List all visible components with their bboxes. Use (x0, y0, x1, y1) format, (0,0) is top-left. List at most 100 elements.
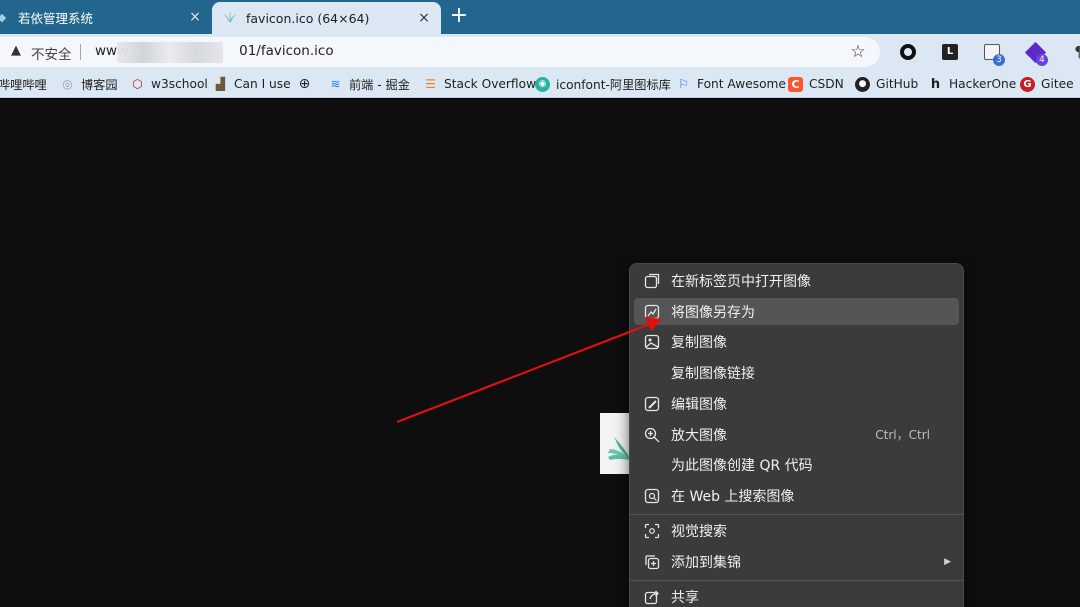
share-icon (643, 588, 660, 605)
edit-image-icon (643, 395, 660, 412)
bookmark-label: Stack Overflow (444, 77, 537, 91)
fontawesome-flag-icon: ⚐ (678, 76, 689, 91)
bookmark-cnblogs[interactable]: ◎ 博客园 (60, 70, 118, 98)
qr-extension-icon[interactable]: 3 (981, 41, 1005, 66)
menu-item-label: 在新标签页中打开图像 (671, 273, 811, 290)
gitee-icon: G (1020, 76, 1035, 92)
bookmark-label: GitHub (876, 77, 919, 91)
menu-separator (630, 580, 963, 581)
url-redaction-blur (117, 42, 223, 63)
bookmarks-bar: 哔哩哔哩 ◎ 博客园 ⬡ w3school ▟ Can I use ⊕ ≋ 前端… (0, 70, 1080, 98)
menu-zoom-image[interactable]: 放大图像 Ctrl，Ctrl (634, 421, 959, 448)
menu-save-image-as[interactable]: 将图像另存为 (634, 298, 959, 325)
bookmark-gitee[interactable]: G Gitee (1020, 70, 1074, 98)
menu-create-qr-code[interactable]: 为此图像创建 QR 代码 (634, 451, 959, 478)
github-icon: ● (855, 76, 870, 92)
menu-share[interactable]: 共享 (634, 583, 959, 607)
circle-ring-icon[interactable] (897, 41, 919, 63)
menu-item-label: 编辑图像 (671, 396, 727, 413)
bookmark-label: Can I use (234, 77, 291, 91)
bookmark-label: 博客园 (81, 78, 118, 92)
bookmark-label: Font Awesome (697, 77, 786, 91)
w3school-icon: ⬡ (132, 76, 143, 91)
pilcrow-icon[interactable]: ¶ (1068, 41, 1080, 63)
image-context-menu: 在新标签页中打开图像 将图像另存为 复制图像 复制图像链接 编辑图像 放大图像 … (629, 263, 964, 607)
globe-icon: ⊕ (298, 75, 311, 92)
bookmark-caniuse[interactable]: ▟ Can I use (213, 70, 291, 98)
caniuse-icon: ▟ (215, 76, 226, 91)
bookmark-label: 前端 - 掘金 (349, 78, 410, 92)
tab-close-icon[interactable]: × (415, 9, 433, 27)
add-to-collections-icon (643, 553, 660, 570)
bookmark-label: 哔哩哔哩 (0, 78, 47, 92)
tab-favicon-icon (222, 10, 238, 26)
extension-badge: 4 (1036, 54, 1048, 66)
menu-visual-search[interactable]: 视觉搜索 (634, 517, 959, 544)
bookmark-label: iconfont-阿里图标库 (556, 78, 671, 92)
bookmark-label: HackerOne (949, 77, 1017, 91)
hackerone-icon: h (930, 76, 941, 92)
menu-item-label: 放大图像 (671, 427, 727, 444)
tab-title: 若依管理系统 (18, 10, 94, 26)
menu-add-to-collections[interactable]: 添加到集锦 ▶ (634, 548, 959, 575)
menu-separator (630, 514, 963, 515)
toolbar: ▲ 不安全 www01/favicon.ico ☆ L 3 4 ¶ (0, 34, 1080, 70)
visual-search-icon (643, 522, 660, 539)
tab-favicon-ico[interactable]: favicon.ico (64×64) × (212, 2, 441, 34)
warning-triangle-icon[interactable]: ▲ (9, 44, 23, 58)
favicon-image[interactable] (600, 413, 632, 474)
bookmark-hackerone[interactable]: h HackerOne (928, 70, 1016, 98)
bookmark-bilibili[interactable]: 哔哩哔哩 (0, 70, 47, 98)
menu-open-image-new-tab[interactable]: 在新标签页中打开图像 (634, 267, 959, 294)
bookmark-globe[interactable]: ⊕ (297, 70, 318, 98)
copy-image-icon (643, 333, 660, 350)
save-image-icon (643, 303, 660, 320)
zoom-in-icon (643, 426, 660, 443)
menu-shortcut: Ctrl，Ctrl (875, 428, 930, 442)
new-tab-button[interactable]: + (448, 5, 470, 27)
bookmark-star-icon[interactable]: ☆ (848, 42, 868, 62)
bookmark-juejin[interactable]: ≋ 前端 - 掘金 (328, 70, 410, 98)
juejin-icon: ≋ (330, 76, 341, 91)
security-label[interactable]: 不安全 (31, 43, 72, 63)
stackoverflow-icon: ☰ (425, 76, 436, 91)
omnibox-divider (80, 44, 81, 60)
bookmark-github[interactable]: ● GitHub (855, 70, 918, 98)
bookmark-label: CSDN (809, 77, 844, 91)
tab-favicon-icon: ◆ (0, 10, 7, 24)
bookmark-stackoverflow[interactable]: ☰ Stack Overflow (423, 70, 536, 98)
menu-item-label: 添加到集锦 (671, 554, 741, 571)
csdn-icon: C (788, 76, 803, 92)
menu-item-label: 将图像另存为 (671, 304, 755, 321)
tab-close-icon[interactable]: × (186, 8, 204, 26)
bookmark-label: Gitee (1041, 77, 1074, 91)
menu-item-label: 在 Web 上搜索图像 (671, 488, 795, 505)
extension-badge: 3 (993, 54, 1005, 66)
menu-item-label: 复制图像链接 (671, 365, 755, 382)
menu-copy-image[interactable]: 复制图像 (634, 328, 959, 355)
url-end: 01/favicon.ico (239, 43, 334, 59)
address-bar[interactable]: ▲ 不安全 www 01/favicon.ico ☆ (0, 37, 880, 67)
menu-search-image-web[interactable]: 在 Web 上搜索图像 (634, 482, 959, 509)
menu-item-label: 为此图像创建 QR 代码 (671, 457, 813, 474)
menu-item-label: 共享 (671, 589, 699, 606)
tab-strip: ◆ 若依管理系统 × favicon.ico (64×64) × + (0, 0, 1080, 34)
leetcode-l-icon[interactable]: L (939, 41, 961, 63)
menu-copy-image-link[interactable]: 复制图像链接 (634, 359, 959, 386)
bookmark-w3school[interactable]: ⬡ w3school (130, 70, 208, 98)
menu-edit-image[interactable]: 编辑图像 (634, 390, 959, 417)
bookmark-iconfont[interactable]: ◉ iconfont-阿里图标库 (535, 70, 671, 98)
bookmark-label: w3school (151, 77, 208, 91)
open-in-new-tab-icon (643, 272, 660, 289)
search-image-icon (643, 487, 660, 504)
tab-ruoyi[interactable]: ◆ 若依管理系统 × (0, 0, 212, 34)
tab-title: favicon.ico (64×64) (246, 10, 370, 26)
menu-item-label: 复制图像 (671, 334, 727, 351)
purple-cube-icon[interactable]: 4 (1024, 41, 1048, 66)
submenu-arrow-icon: ▶ (944, 556, 951, 567)
cnblogs-icon: ◎ (62, 76, 73, 91)
bookmark-fontawesome[interactable]: ⚐ Font Awesome (676, 70, 786, 98)
bookmark-csdn[interactable]: C CSDN (788, 70, 844, 98)
menu-item-label: 视觉搜索 (671, 523, 727, 540)
iconfont-icon: ◉ (535, 76, 550, 92)
